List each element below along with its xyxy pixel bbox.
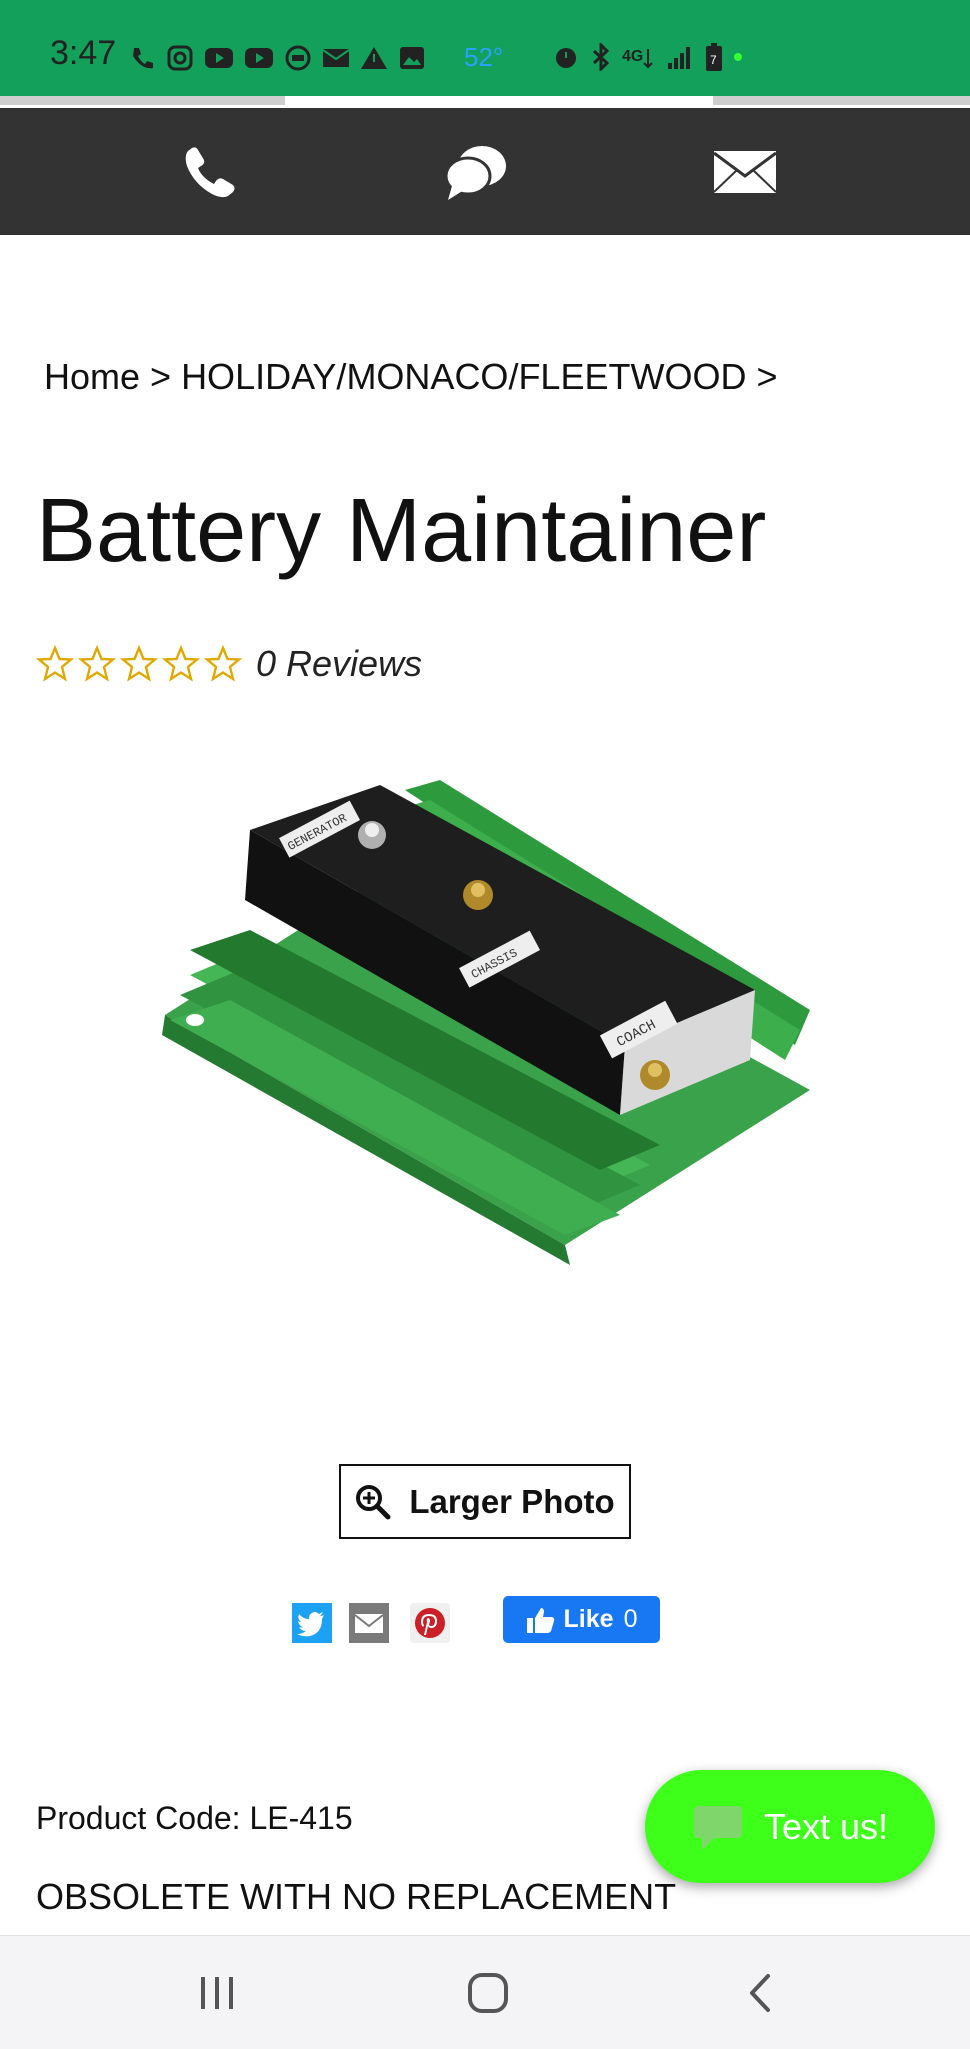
product-rating[interactable]: 0 Reviews: [36, 643, 422, 685]
system-navigation-bar: [0, 1935, 970, 2049]
product-code: Product Code: LE-415: [36, 1800, 353, 1836]
chat-button[interactable]: [405, 108, 545, 235]
twitter-icon: [292, 1603, 332, 1643]
facebook-like-button[interactable]: Like 0: [503, 1596, 660, 1643]
product-status: OBSOLETE WITH NO REPLACEMENT: [36, 1876, 677, 1917]
kvno-icon: [285, 45, 311, 71]
envelope-icon: [713, 150, 777, 193]
status-time: 3:47: [50, 34, 117, 72]
youtube-icon: [205, 48, 233, 68]
breadcrumb: Home > HOLIDAY/MONACO/FLEETWOOD >: [44, 356, 777, 398]
recent-apps-icon: [201, 1976, 233, 2009]
status-system-icons: 4G 7: [552, 42, 742, 72]
bluetooth-icon: [592, 43, 610, 71]
product-title: Battery Maintainer: [36, 481, 767, 581]
recent-apps-button[interactable]: [157, 1936, 277, 2049]
page-load-progress-fill: [285, 96, 714, 105]
image-icon: [400, 47, 424, 69]
email-share-button[interactable]: [349, 1603, 389, 1643]
warning-icon: [361, 47, 387, 69]
signal-icon: [668, 47, 690, 69]
battery-maintainer-illustration: GENERATOR CHASSIS COACH: [162, 780, 810, 1296]
star-icon: [36, 645, 74, 682]
star-icon: [204, 645, 242, 682]
larger-photo-label: Larger Photo: [409, 1482, 615, 1520]
wifi-calling-icon: [133, 48, 153, 69]
contact-nav-bar: [0, 108, 970, 235]
breadcrumb-home-link[interactable]: Home: [44, 356, 140, 397]
product-image[interactable]: GENERATOR CHASSIS COACH: [150, 760, 830, 1350]
reviews-link[interactable]: 0 Reviews: [256, 643, 422, 685]
text-us-label: Text us!: [763, 1805, 889, 1847]
like-count: 0: [623, 1605, 638, 1633]
status-notification-icons: [128, 42, 426, 74]
call-button[interactable]: [140, 108, 280, 235]
zoom-in-icon: [356, 1484, 391, 1519]
status-temperature: 52°: [464, 42, 504, 72]
phone-icon: [185, 146, 235, 197]
like-label: Like: [563, 1605, 614, 1633]
pinterest-icon: [410, 1603, 450, 1643]
svg-text:7: 7: [710, 53, 717, 67]
alarm-icon: [556, 48, 576, 68]
home-button[interactable]: [428, 1936, 548, 2049]
text-us-button[interactable]: Text us!: [645, 1770, 935, 1883]
email-icon: [349, 1603, 389, 1643]
home-icon: [468, 1972, 508, 2013]
star-icon: [162, 645, 200, 682]
battery-icon: 7: [706, 43, 722, 71]
back-icon: [750, 1973, 770, 2012]
breadcrumb-separator: >: [140, 356, 182, 397]
star-icon: [120, 645, 158, 682]
svg-text:4G: 4G: [622, 48, 643, 65]
pinterest-share-button[interactable]: [410, 1603, 450, 1643]
youtube-icon: [245, 48, 273, 68]
rating-stars: [36, 645, 242, 683]
back-button[interactable]: [700, 1936, 820, 2049]
chat-bubble-icon: [693, 1805, 742, 1850]
chat-bubbles-icon: [444, 145, 506, 200]
green-dot-icon: [734, 53, 742, 61]
breadcrumb-category-link[interactable]: HOLIDAY/MONACO/FLEETWOOD: [181, 356, 746, 397]
email-button[interactable]: [675, 108, 815, 235]
mail-icon: [322, 49, 350, 67]
status-bar: 3:47 52° 4G 7: [0, 0, 970, 96]
page-load-progress: [0, 96, 970, 105]
star-icon: [78, 645, 116, 682]
breadcrumb-separator: >: [746, 356, 778, 397]
instagram-icon: [167, 45, 193, 71]
twitter-share-button[interactable]: [292, 1603, 332, 1643]
thumbs-up-icon: [526, 1607, 554, 1633]
4g-icon: 4G: [622, 48, 653, 69]
larger-photo-button[interactable]: Larger Photo: [339, 1464, 631, 1539]
